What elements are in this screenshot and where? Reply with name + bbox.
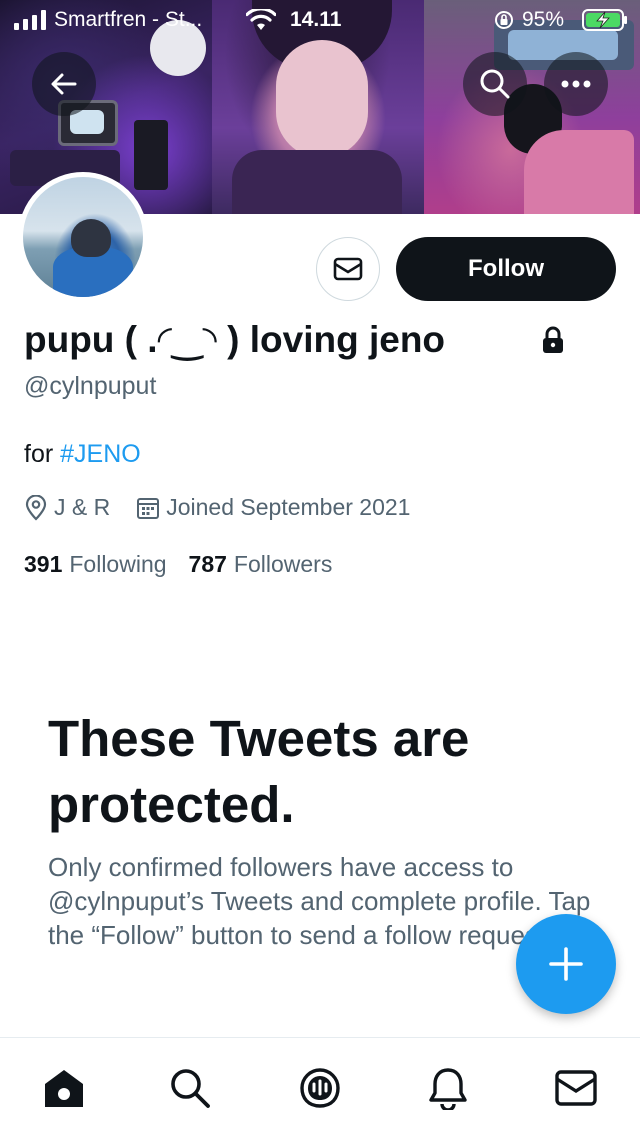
user-handle: @cylnpuput xyxy=(24,372,157,400)
back-button[interactable] xyxy=(32,52,96,116)
calendar-icon xyxy=(137,497,160,519)
followers-link[interactable]: 787 Followers xyxy=(189,551,333,578)
follow-button[interactable]: Follow xyxy=(396,237,616,301)
nav-notifications[interactable] xyxy=(424,1064,472,1112)
protected-title: These Tweets are protected. xyxy=(48,710,470,833)
plus-icon xyxy=(549,947,583,981)
battery-percentage: 95% xyxy=(522,8,565,31)
follow-counts: 391 Following 787 Followers xyxy=(24,551,354,578)
following-count: 391 xyxy=(24,551,63,577)
back-arrow-icon xyxy=(51,73,77,95)
bottom-navigation xyxy=(0,1037,640,1136)
profile-meta: J & R Joined September 2021 xyxy=(24,494,436,521)
avatar[interactable] xyxy=(18,172,148,302)
followers-label: Followers xyxy=(233,551,333,577)
bio-text: for xyxy=(24,440,61,468)
compose-tweet-button[interactable] xyxy=(516,914,616,1014)
messages-icon xyxy=(555,1070,597,1106)
wifi-icon xyxy=(246,9,276,30)
following-label: Following xyxy=(69,551,167,577)
more-options-button[interactable] xyxy=(544,52,608,116)
lock-icon xyxy=(543,326,563,353)
more-icon xyxy=(561,80,591,88)
spaces-icon xyxy=(300,1068,340,1108)
signal-strength-icon xyxy=(14,10,46,30)
clock: 14.11 xyxy=(290,8,342,31)
status-bar: Smartfren - St... 14.11 95% xyxy=(0,0,640,40)
nav-spaces[interactable] xyxy=(296,1064,344,1112)
notifications-icon xyxy=(429,1068,467,1110)
bio: for #JENO xyxy=(24,440,141,469)
search-button[interactable] xyxy=(463,52,527,116)
followers-count: 787 xyxy=(188,551,227,577)
carrier-name: Smartfren - St... xyxy=(54,8,203,31)
envelope-icon xyxy=(333,257,363,281)
following-link[interactable]: 391 Following xyxy=(24,551,167,578)
nav-messages[interactable] xyxy=(552,1064,600,1112)
message-button[interactable] xyxy=(316,237,380,301)
joined-date: Joined September 2021 xyxy=(166,494,411,520)
battery-charging-icon xyxy=(582,9,627,31)
display-name: pupu ( .◜‿◝ ) loving jeno xyxy=(24,319,446,360)
location-icon xyxy=(25,494,47,521)
search-icon xyxy=(480,69,510,99)
nav-search[interactable] xyxy=(166,1064,214,1112)
nav-home[interactable] xyxy=(40,1064,88,1112)
home-icon xyxy=(45,1070,83,1107)
orientation-lock-icon xyxy=(495,11,513,29)
search-icon xyxy=(171,1069,210,1108)
location-text: J & R xyxy=(54,494,111,520)
bio-hashtag-link[interactable]: #JENO xyxy=(60,440,141,468)
